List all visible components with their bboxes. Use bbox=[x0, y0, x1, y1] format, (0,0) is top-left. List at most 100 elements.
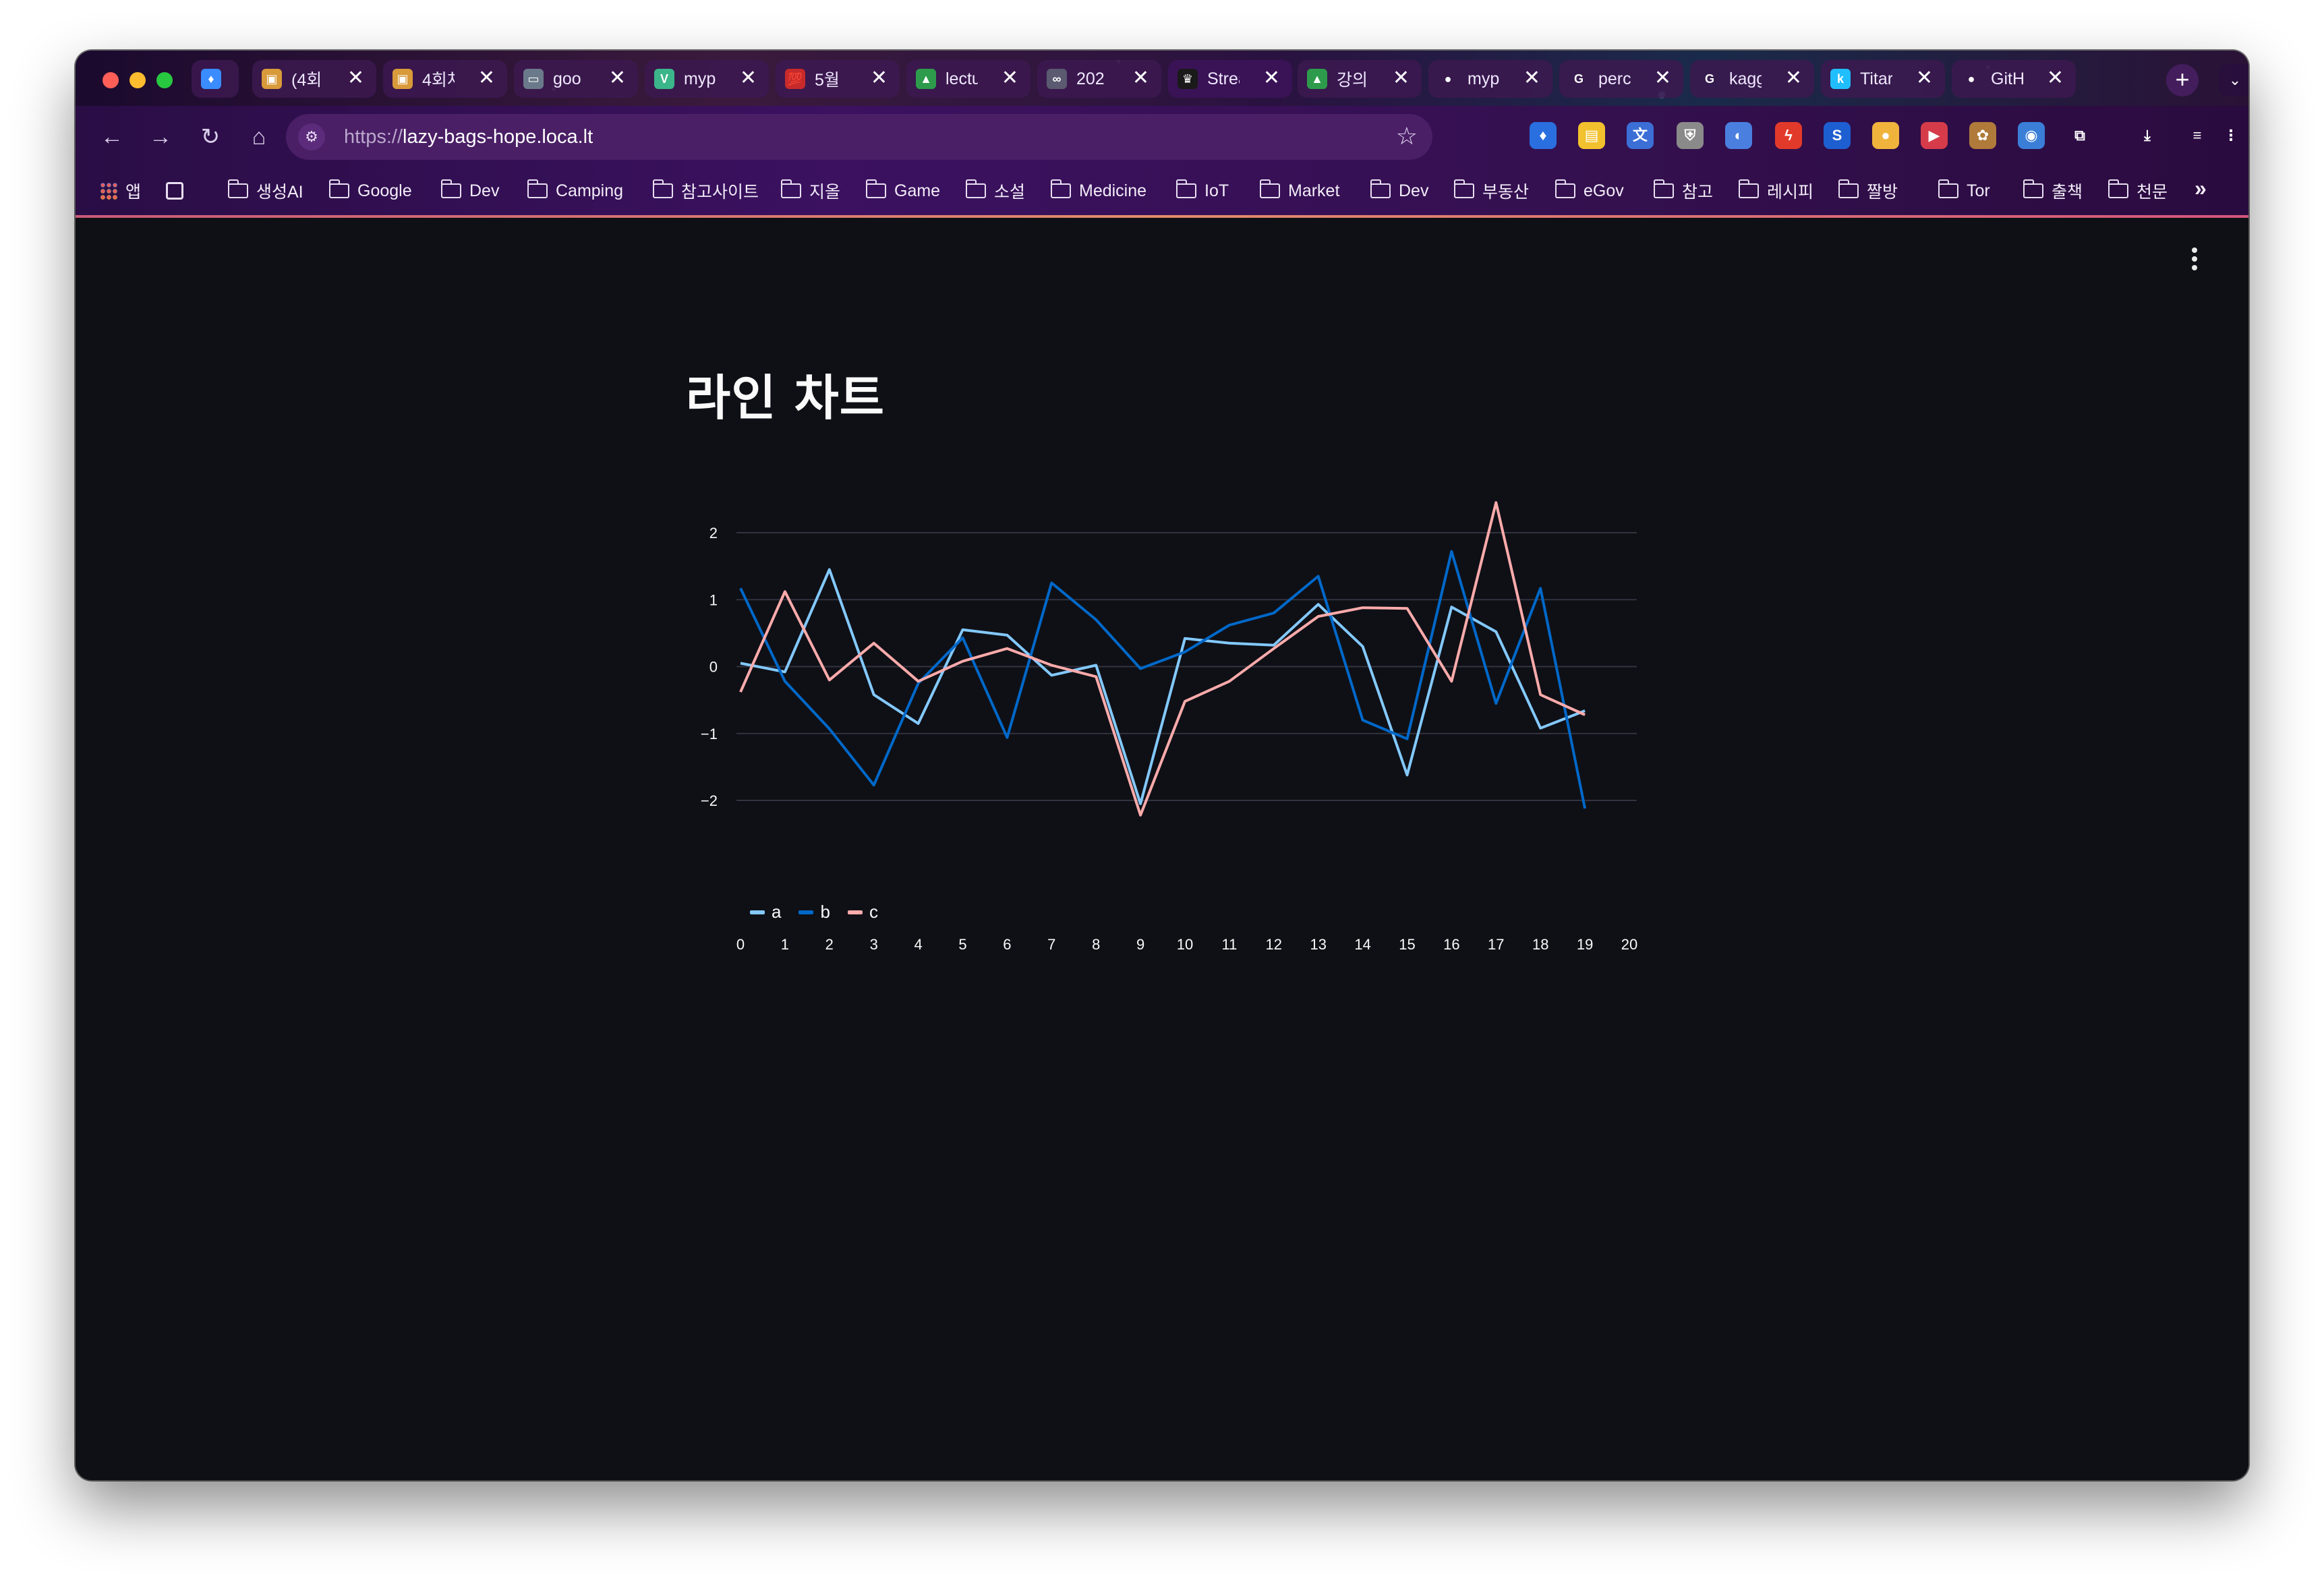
tab-search-button[interactable]: ⌄ bbox=[2219, 64, 2248, 96]
bookmark-5[interactable]: Camping bbox=[527, 176, 623, 206]
bookmark-2[interactable]: 생성AI bbox=[227, 176, 303, 206]
browser-tab[interactable]: Gperc ✕ bbox=[1559, 60, 1683, 98]
puzzle-extension-icon[interactable]: ⧉ bbox=[2066, 122, 2093, 149]
new-tab-button[interactable]: + bbox=[2166, 64, 2199, 96]
tab-close-icon[interactable]: ✕ bbox=[740, 67, 757, 89]
bookmark-10[interactable]: Medicine bbox=[1050, 176, 1146, 206]
bookmark-star-icon[interactable]: ☆ bbox=[1396, 122, 1418, 150]
site-info-icon[interactable]: ⚙ bbox=[298, 123, 325, 150]
x-tick-label: 6 bbox=[1003, 936, 1011, 953]
tab-close-icon[interactable]: ✕ bbox=[1393, 67, 1410, 89]
browser-tab[interactable]: ▣ (4회 ✕ bbox=[252, 60, 376, 98]
browser-tab[interactable]: ▭ goo ✕ bbox=[514, 60, 638, 98]
tab-close-icon[interactable]: ✕ bbox=[1001, 67, 1018, 89]
legend-item[interactable]: a bbox=[750, 902, 781, 922]
tab-title: 강의 bbox=[1337, 71, 1368, 90]
bookmark-13[interactable]: Dev bbox=[1370, 176, 1428, 206]
bookmark-16[interactable]: 참고 bbox=[1653, 176, 1713, 206]
bookmark-14[interactable]: 부동산 bbox=[1453, 176, 1529, 206]
tab-close-icon[interactable]: ✕ bbox=[1654, 67, 1671, 89]
notes-extension-icon[interactable]: ▤ bbox=[1578, 122, 1605, 149]
tab-close-icon[interactable]: ✕ bbox=[871, 67, 888, 89]
bookmark-3[interactable]: Google bbox=[328, 176, 412, 206]
url-text[interactable]: https://lazy-bags-hope.loca.lt bbox=[344, 126, 593, 148]
bookmark-19[interactable]: Tor bbox=[1938, 176, 1990, 206]
bookmark-12[interactable]: Market bbox=[1259, 176, 1339, 206]
address-bar[interactable]: ⚙ https://lazy-bags-hope.loca.lt ☆ bbox=[286, 114, 1432, 160]
home-button[interactable]: ⌂ bbox=[243, 121, 275, 153]
browser-tab[interactable]: ▣ 4회차 ✕ bbox=[383, 60, 507, 98]
forward-button[interactable]: → bbox=[144, 121, 177, 153]
x-tick-label: 15 bbox=[1399, 936, 1415, 953]
globe-extension-icon[interactable]: ◉ bbox=[2018, 122, 2045, 149]
bookmark-label: 짤방 bbox=[1867, 183, 1898, 202]
browser-tab[interactable]: Gkagg ✕ bbox=[1690, 60, 1814, 98]
bookmark-11[interactable]: IoT bbox=[1175, 176, 1229, 206]
legend-item[interactable]: b bbox=[798, 902, 830, 922]
bookmark-15[interactable]: eGov bbox=[1555, 176, 1624, 206]
media-control-icon[interactable]: ≡ bbox=[2184, 122, 2211, 149]
browser-tab[interactable]: ▲ 강의 ✕ bbox=[1298, 60, 1422, 98]
x-tick-label: 14 bbox=[1354, 936, 1370, 953]
gem-extension-icon[interactable]: ♦ bbox=[1530, 122, 1557, 149]
tab-close-icon[interactable]: ✕ bbox=[1916, 67, 1933, 89]
bookmark-label: Google bbox=[357, 181, 412, 200]
back-button[interactable]: ← bbox=[96, 121, 128, 153]
chrome-menu-icon[interactable]: ⋮ bbox=[2217, 122, 2244, 149]
browser-tab[interactable]: ♦ bbox=[192, 60, 239, 98]
diamond-gem-icon: ♦ bbox=[201, 69, 221, 89]
x-tick-label: 3 bbox=[870, 936, 878, 953]
hundred-points-icon: 💯 bbox=[785, 69, 805, 89]
minimize-window-button[interactable] bbox=[129, 72, 146, 88]
s-extension-icon[interactable]: S bbox=[1824, 122, 1851, 149]
maximize-window-button[interactable] bbox=[156, 72, 173, 88]
cookie-extension-icon[interactable]: ✿ bbox=[1969, 122, 1996, 149]
lens-extension-icon[interactable]: ◐ bbox=[1725, 122, 1752, 149]
tab-title: 4회차 bbox=[422, 71, 455, 90]
bookmark-18[interactable]: 짤방 bbox=[1838, 176, 1898, 206]
bookmark-6[interactable]: 참고사이트 bbox=[652, 176, 759, 206]
bookmark-7[interactable]: 지올 bbox=[780, 176, 841, 206]
bookmark-9[interactable]: 소설 bbox=[965, 176, 1025, 206]
tab-title: myp bbox=[684, 69, 716, 88]
browser-tab[interactable]: Vmyp ✕ bbox=[645, 60, 769, 98]
browser-tab[interactable]: ▲ lectu ✕ bbox=[906, 60, 1030, 98]
browser-tab[interactable]: ● myp ✕ bbox=[1428, 60, 1552, 98]
reload-button[interactable]: ↻ bbox=[194, 121, 227, 153]
tab-close-icon[interactable]: ✕ bbox=[347, 67, 364, 89]
bookmark-17[interactable]: 레시피 bbox=[1738, 176, 1813, 206]
tab-close-icon[interactable]: ✕ bbox=[478, 67, 495, 89]
x-tick-label: 9 bbox=[1136, 936, 1144, 953]
bookmark-label: 지올 bbox=[809, 183, 841, 202]
tab-close-icon[interactable]: ✕ bbox=[1263, 67, 1280, 89]
bookmark-21[interactable]: 천문 bbox=[2108, 176, 2168, 206]
browser-tab[interactable]: ∞ 202 ✕ bbox=[1037, 60, 1161, 98]
legend-item[interactable]: c bbox=[847, 902, 878, 922]
browser-tab[interactable]: 💯 5월 ✕ bbox=[776, 60, 900, 98]
bookmark-8[interactable]: Game bbox=[865, 176, 940, 206]
translate-extension-icon[interactable]: 文 bbox=[1627, 122, 1654, 149]
folder-icon bbox=[965, 179, 986, 198]
download-icon[interactable]: ⤓ bbox=[2134, 122, 2161, 149]
tab-close-icon[interactable]: ✕ bbox=[609, 67, 626, 89]
browser-tab[interactable]: ♛ Strea ✕ bbox=[1168, 60, 1292, 98]
bookmark-0[interactable]: 앱 bbox=[100, 176, 141, 206]
tab-close-icon[interactable]: ✕ bbox=[1785, 67, 1802, 89]
bookmark-1[interactable] bbox=[166, 176, 183, 206]
google-icon: G bbox=[1573, 71, 1584, 86]
circle-extension-icon[interactable]: ● bbox=[1872, 122, 1899, 149]
close-window-button[interactable] bbox=[103, 72, 119, 88]
tab-close-icon[interactable]: ✕ bbox=[1523, 67, 1540, 89]
tab-close-icon[interactable]: ✕ bbox=[1132, 67, 1149, 89]
bolt-extension-icon[interactable]: ϟ bbox=[1775, 122, 1802, 149]
bookmarks-overflow-button[interactable]: » bbox=[2195, 176, 2207, 201]
tab-close-icon[interactable]: ✕ bbox=[2047, 67, 2064, 89]
shield-extension-icon[interactable]: ⛨ bbox=[1677, 122, 1704, 149]
bookmark-4[interactable]: Dev bbox=[440, 176, 500, 206]
browser-tab[interactable]: ● GitH ✕ bbox=[1952, 60, 2076, 98]
bookmark-label: Dev bbox=[469, 181, 500, 200]
bookmark-20[interactable]: 출책 bbox=[2023, 176, 2083, 206]
browser-tab[interactable]: k Titar ✕ bbox=[1821, 60, 1945, 98]
folder-icon bbox=[1259, 179, 1280, 198]
play-extension-icon[interactable]: ▶ bbox=[1921, 122, 1948, 149]
